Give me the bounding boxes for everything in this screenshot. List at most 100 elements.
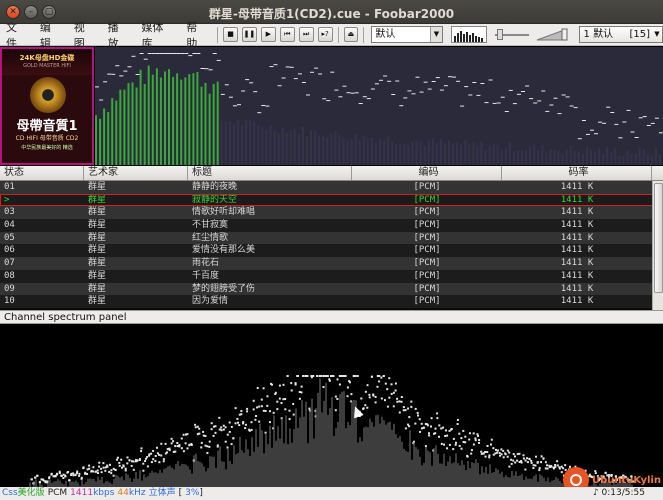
table-row[interactable]: 10 群星 因为爱情 [PCM] 1411 K xyxy=(0,295,663,308)
menu-playback[interactable]: 播放 xyxy=(102,19,136,51)
spectrum-peak xyxy=(516,93,521,95)
previous-icon[interactable]: ⏮ xyxy=(279,27,295,42)
play-icon[interactable]: ▶ xyxy=(260,27,276,42)
channel-spectrum-peak xyxy=(224,440,227,443)
cell-artist: 群星 xyxy=(88,182,107,192)
status-part: 1411 xyxy=(70,488,94,498)
scrollbar-thumb[interactable] xyxy=(654,183,663,293)
channel-spectrum-peak xyxy=(236,417,239,420)
channel-spectrum-peak xyxy=(378,380,381,383)
channel-spectrum-peak xyxy=(160,442,163,445)
table-row[interactable]: 04 群星 不甘寂寞 [PCM] 1411 K xyxy=(0,219,663,232)
seek-knob[interactable] xyxy=(496,29,503,40)
table-row[interactable]: 05 群星 红尘情歌 [PCM] 1411 K xyxy=(0,231,663,245)
table-row[interactable]: > 群星 寂静的天空 [PCM] 1411 K xyxy=(0,193,663,207)
volume-slider[interactable] xyxy=(535,26,569,43)
status-part: ] xyxy=(199,488,203,498)
cell-codec: [PCM] xyxy=(413,296,441,307)
column-header-bitrate[interactable]: 码率 xyxy=(502,166,652,180)
channel-spectrum-peak xyxy=(438,424,441,427)
channel-spectrum-peak xyxy=(414,422,417,425)
playlist-view[interactable]: 状态 艺术家 标题 编码 码率 01 群星 静静的夜晚 [PCM] 1411 K > 群星寂… xyxy=(0,166,663,310)
column-header-title[interactable]: 标题 xyxy=(188,166,352,180)
cell-bitrate: 1411 K xyxy=(560,232,594,243)
spectrum-bar xyxy=(208,93,211,165)
channel-spectrum-peak xyxy=(266,395,269,398)
random-icon[interactable]: ▸? xyxy=(317,27,333,42)
table-row[interactable]: 08 群星 千百度 [PCM] 1411 K xyxy=(0,269,663,283)
spectrum-peak xyxy=(590,129,594,131)
channel-spectrum-peak xyxy=(126,462,129,465)
menu-view[interactable]: 视图 xyxy=(68,19,102,51)
channel-spectrum-peak xyxy=(478,439,481,441)
channel-spectrum-peak xyxy=(540,455,543,458)
spectrum-peak xyxy=(415,76,420,78)
playback-order-select[interactable]: 默认 ▼ xyxy=(371,26,443,43)
table-row[interactable]: 07 群星 雨花石 [PCM] 1411 K xyxy=(0,257,663,270)
menu-file[interactable]: 文件 xyxy=(0,19,34,51)
album-art-line: CD HIFI 母带音质 CD2 xyxy=(15,135,79,142)
pause-icon[interactable]: ❚❚ xyxy=(241,27,257,42)
channel-spectrum-peak xyxy=(162,460,165,463)
cell-title: 静静的夜晚 xyxy=(192,182,238,192)
channel-spectrum-peak xyxy=(200,446,203,449)
spectrum-peak xyxy=(334,89,339,91)
stop-icon[interactable]: ■ xyxy=(223,27,238,42)
channel-spectrum-peak xyxy=(178,444,181,447)
channel-spectrum-peak xyxy=(260,405,263,408)
channel-spectrum-peak xyxy=(338,383,341,386)
menu-edit[interactable]: 编辑 xyxy=(34,19,68,51)
cell-title: 寂静的天空 xyxy=(192,194,238,205)
channel-spectrum-peak xyxy=(56,473,58,476)
channel-spectrum-peak xyxy=(554,466,557,469)
spectrum-bar xyxy=(147,65,150,165)
column-header-codec[interactable]: 编码 xyxy=(352,166,502,180)
table-row[interactable]: 03 群星 情歌好听却难唱 [PCM] 1411 K xyxy=(0,206,663,220)
spectrum-peak xyxy=(585,133,590,135)
spectrum-peak xyxy=(151,53,156,54)
table-row[interactable]: 06 群星 爱情没有那么美 [PCM] 1411 K xyxy=(0,244,663,258)
channel-spectrum-peak xyxy=(144,460,147,462)
channel-spectrum-peak xyxy=(480,450,483,453)
spectrum-bar xyxy=(285,133,288,165)
spectrum-peak xyxy=(618,137,623,139)
channel-spectrum-peak xyxy=(514,455,516,458)
channel-spectrum-peak xyxy=(360,397,363,400)
spectrum-peak xyxy=(464,86,469,88)
channel-spectrum-peak xyxy=(240,413,243,416)
channel-spectrum-peak xyxy=(390,392,393,395)
channel-spectrum-peak xyxy=(552,466,555,469)
channel-spectrum-peak xyxy=(110,472,113,475)
table-row[interactable]: 09 群星 梦的翅膀受了伤 [PCM] 1411 K xyxy=(0,282,663,296)
channel-spectrum-peak xyxy=(132,460,135,463)
channel-spectrum-peak xyxy=(96,469,99,472)
channel-spectrum-peak xyxy=(506,449,509,452)
cell-bitrate: 1411 K xyxy=(560,258,594,269)
maximize-icon[interactable]: ▢ xyxy=(42,4,56,19)
channel-spectrum-peak xyxy=(30,478,33,481)
table-row[interactable]: 01 群星 静静的夜晚 [PCM] 1411 K xyxy=(0,181,663,194)
menu-library[interactable]: 媒体库 xyxy=(135,19,180,51)
eject-icon[interactable]: ⏏ xyxy=(343,27,359,42)
close-icon[interactable]: ✕ xyxy=(6,4,20,19)
spectrum-peak xyxy=(249,82,254,84)
channel-spectrum-peak xyxy=(366,406,369,409)
column-header-status[interactable]: 状态 xyxy=(0,166,84,180)
minimize-icon[interactable]: – xyxy=(24,4,38,19)
spectrum-bar xyxy=(500,149,503,165)
playlist-switcher[interactable]: 1 默认 [15] ▼ xyxy=(578,26,663,43)
toolbar-separator xyxy=(363,26,365,43)
next-icon[interactable]: ⏭ xyxy=(298,27,314,42)
playlist-scrollbar[interactable] xyxy=(652,181,663,310)
channel-spectrum-peak xyxy=(444,435,447,437)
channel-spectrum-peak xyxy=(220,426,223,429)
cell-artist: 群星 xyxy=(88,194,107,205)
menu-help[interactable]: 帮助 xyxy=(180,19,214,51)
seek-slider[interactable] xyxy=(494,26,529,43)
channel-spectrum-peak xyxy=(400,400,403,403)
channel-spectrum-peak xyxy=(158,453,161,456)
toolbar-separator xyxy=(337,26,339,43)
channel-spectrum-peak xyxy=(386,388,389,391)
column-header-artist[interactable]: 艺术家 xyxy=(84,166,188,180)
channel-spectrum-peak xyxy=(426,424,429,427)
